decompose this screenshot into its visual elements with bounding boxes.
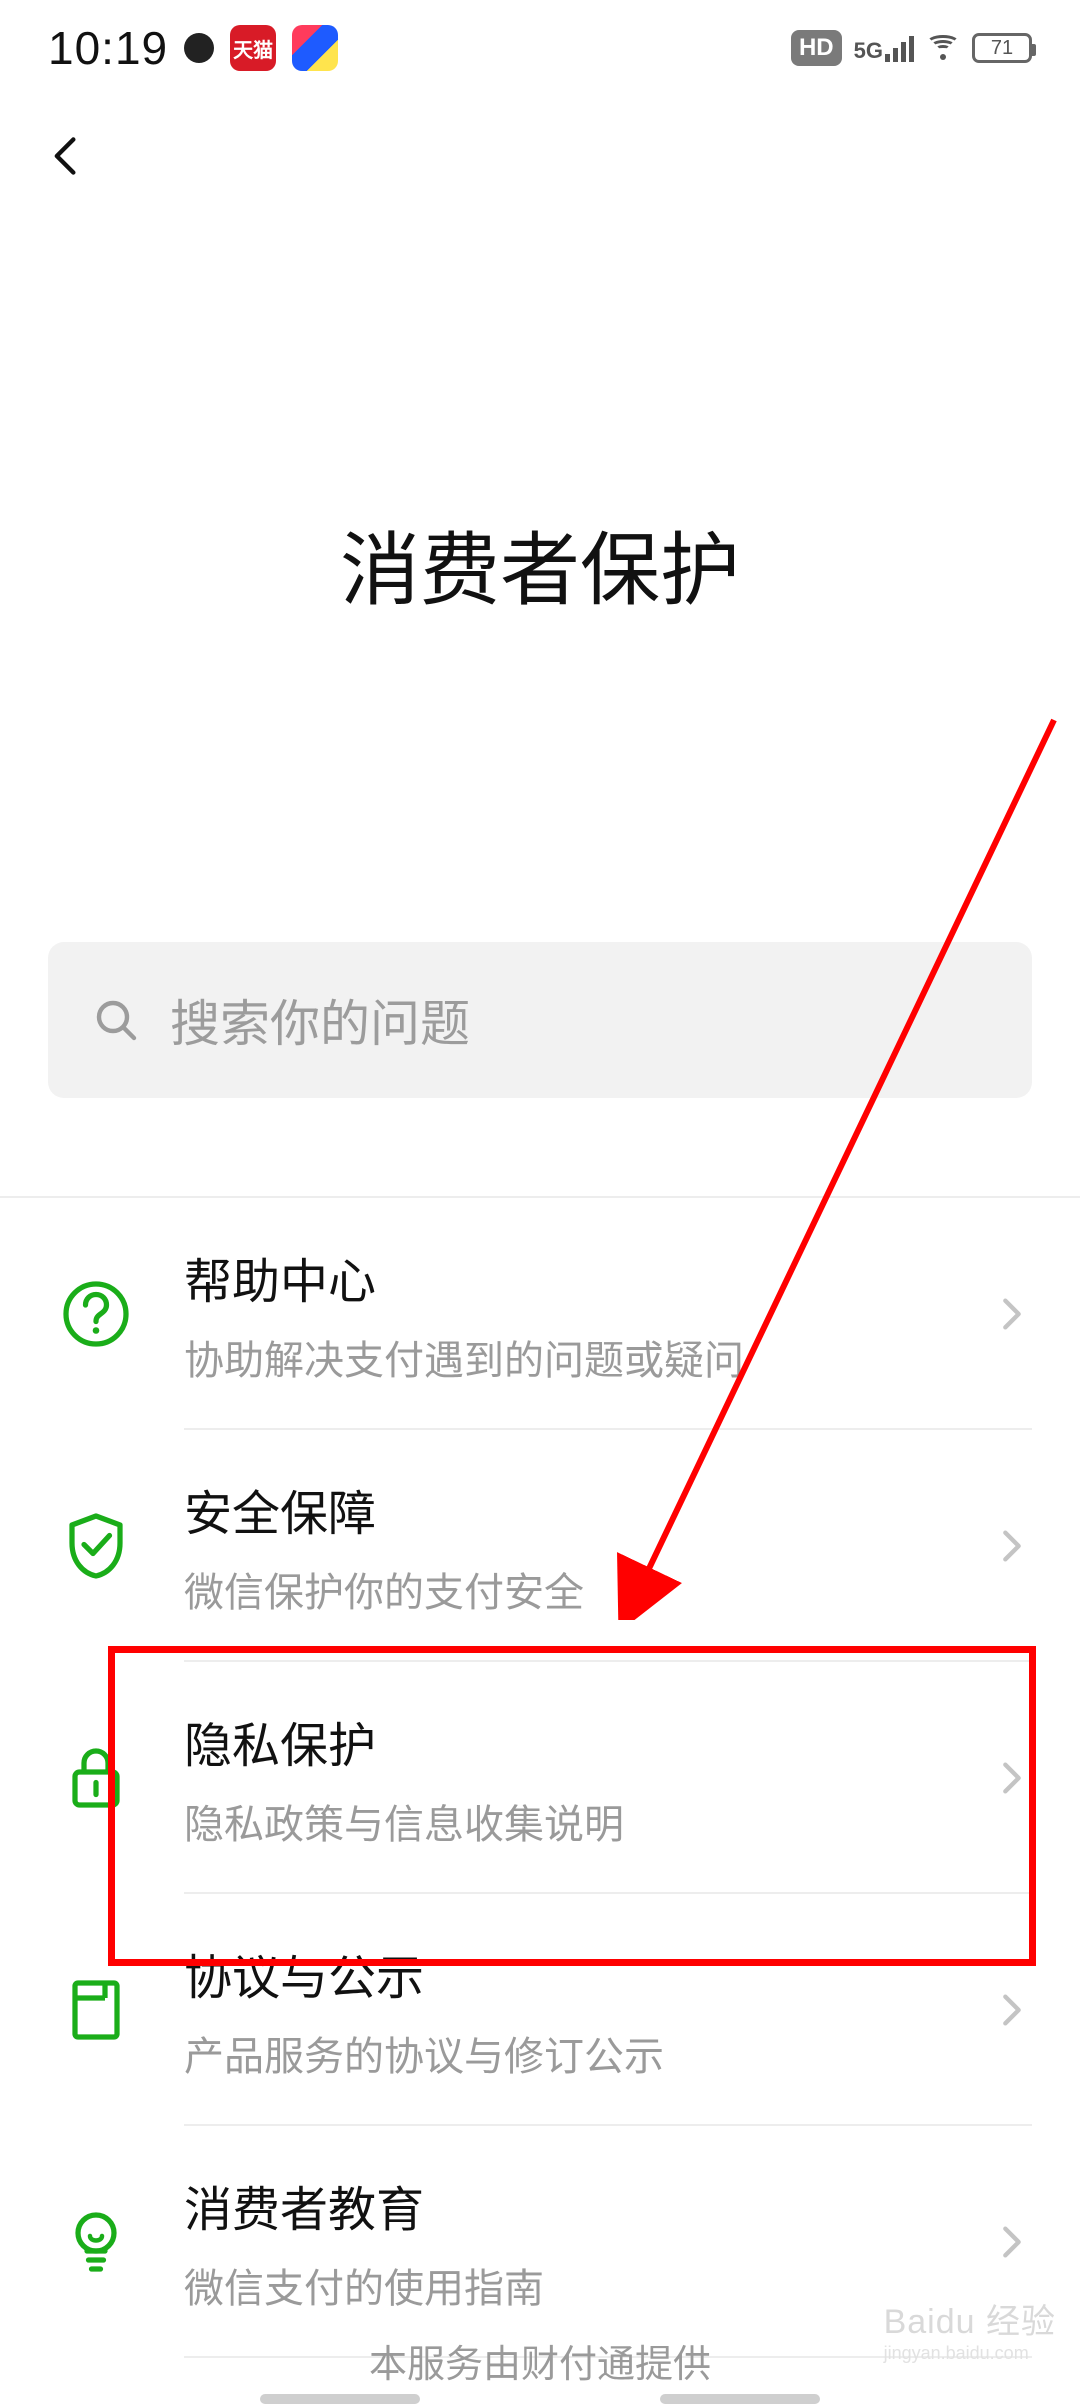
list-item-subtitle: 隐私政策与信息收集说明 [184, 1792, 952, 1850]
question-circle-icon [48, 1266, 144, 1362]
watermark-brand: Baidu 经验 [884, 2303, 1056, 2341]
lightbulb-icon [48, 2194, 144, 2290]
status-right: HD 5G 71 [791, 30, 1032, 66]
app-icon-tmall: 天猫 [230, 25, 276, 71]
menu-list: 帮助中心 协助解决支付遇到的问题或疑问 安全保障 微信保护你的支付安全 [0, 1196, 1080, 2358]
search-icon [92, 996, 140, 1044]
shield-check-icon [48, 1498, 144, 1594]
chevron-right-icon [992, 1294, 1032, 1334]
document-icon [48, 1962, 144, 2058]
list-item-title: 协议与公示 [184, 1938, 952, 2008]
search-section: 搜索你的问题 [0, 942, 1080, 1098]
list-item-subtitle: 微信支付的使用指南 [184, 2256, 952, 2314]
chevron-left-icon [44, 134, 88, 178]
list-item-title: 隐私保护 [184, 1706, 952, 1776]
nav-indicator [0, 2394, 1080, 2404]
chevron-right-icon [992, 2222, 1032, 2262]
watermark-sub: jingyan.baidu.com [884, 2343, 1056, 2364]
status-time: 10:19 [48, 21, 168, 75]
battery-icon: 71 [972, 33, 1032, 63]
list-item-title: 消费者教育 [184, 2170, 952, 2240]
list-item-text: 帮助中心 协助解决支付遇到的问题或疑问 [184, 1242, 952, 1386]
status-bar: 10:19 天猫 HD 5G 71 [0, 0, 1080, 96]
battery-level: 71 [991, 37, 1013, 60]
list-item-title: 帮助中心 [184, 1242, 952, 1312]
search-input[interactable]: 搜索你的问题 [48, 942, 1032, 1098]
search-placeholder: 搜索你的问题 [170, 984, 470, 1056]
chevron-right-icon [992, 1990, 1032, 2030]
chevron-right-icon [992, 1758, 1032, 1798]
list-item-agreements[interactable]: 协议与公示 产品服务的协议与修订公示 [48, 1894, 1032, 2126]
list-item-text: 协议与公示 产品服务的协议与修订公示 [184, 1938, 952, 2082]
app-icon-color [292, 25, 338, 71]
list-item-subtitle: 协助解决支付遇到的问题或疑问 [184, 1328, 952, 1386]
notification-dot-icon [184, 33, 214, 63]
lock-icon [48, 1730, 144, 1826]
nav-bar [0, 96, 1080, 216]
list-item-text: 隐私保护 隐私政策与信息收集说明 [184, 1706, 952, 1850]
back-button[interactable] [36, 126, 96, 186]
list-item-text: 安全保障 微信保护你的支付安全 [184, 1474, 952, 1618]
chevron-right-icon [992, 1526, 1032, 1566]
status-left: 10:19 天猫 [48, 21, 338, 75]
list-item-help-center[interactable]: 帮助中心 协助解决支付遇到的问题或疑问 [48, 1198, 1032, 1430]
list-item-text: 消费者教育 微信支付的使用指南 [184, 2170, 952, 2314]
signal-icon: 5G [854, 34, 914, 62]
page-title: 消费者保护 [0, 506, 1080, 622]
watermark: Baidu 经验 jingyan.baidu.com [884, 2294, 1056, 2364]
list-item-title: 安全保障 [184, 1474, 952, 1544]
signal-bars-icon [885, 34, 914, 62]
hd-badge-icon: HD [791, 30, 842, 66]
wifi-icon [926, 34, 960, 62]
list-item-security[interactable]: 安全保障 微信保护你的支付安全 [48, 1430, 1032, 1662]
list-item-subtitle: 微信保护你的支付安全 [184, 1560, 952, 1618]
list-item-subtitle: 产品服务的协议与修订公示 [184, 2024, 952, 2082]
list-item-privacy[interactable]: 隐私保护 隐私政策与信息收集说明 [48, 1662, 1032, 1894]
network-type-label: 5G [854, 40, 883, 62]
